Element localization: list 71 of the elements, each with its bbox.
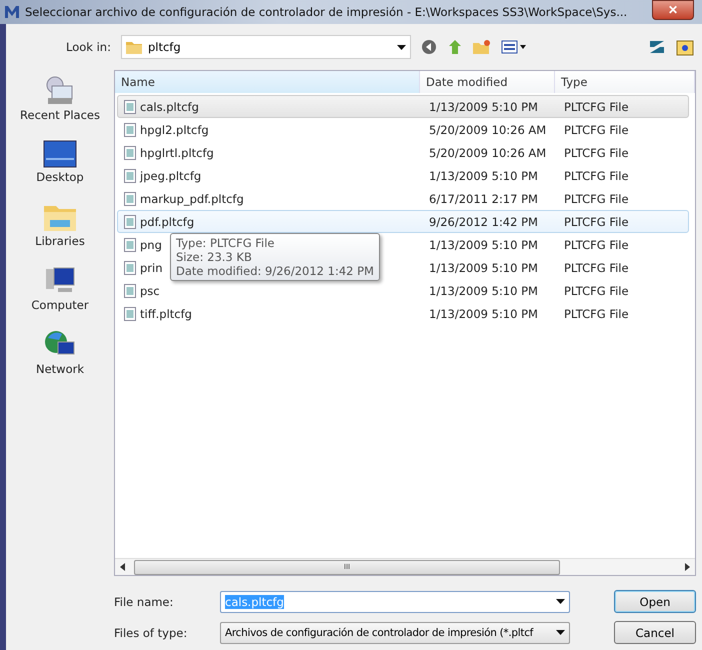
file-icon [124, 260, 136, 274]
dropdown-arrow-icon[interactable] [556, 630, 565, 635]
type-cell-text: PLTCFG File [563, 260, 630, 276]
type-cell-text: PLTCFG File [563, 144, 630, 162]
date-cell-text: 1/13/2009 5:10 PM [428, 168, 539, 184]
place-item[interactable]: Libraries [35, 202, 85, 248]
column-header[interactable]: Date modified [420, 71, 555, 93]
file-name[interactable]: pdf.pltcfg [140, 214, 194, 228]
back-icon[interactable] [420, 39, 437, 55]
file-name[interactable]: psc [140, 284, 160, 298]
date-cell-text: 5/20/2009 10:26 AM [428, 144, 548, 162]
place-item[interactable]: Network [36, 330, 84, 376]
date-cell-text: 9/26/2012 1:42 PM [428, 214, 539, 230]
scroll-left-icon[interactable] [120, 563, 125, 571]
file-name[interactable]: jpeg.pltcfg [140, 168, 202, 182]
file-type-dropdown[interactable]: Archivos de configuración de controlador de impresión (*.pltcf [220, 622, 570, 644]
open-button[interactable]: Open [614, 590, 696, 613]
date-cell-text: 5/20/2009 10:26 AM [428, 122, 548, 138]
file-icon [124, 214, 136, 228]
date-cell-text: 1/13/2009 5:10 PM [428, 306, 539, 322]
date-cell-text: 1/13/2009 5:10 PM [428, 236, 539, 254]
file-icon [124, 168, 136, 182]
scroll-right-icon[interactable] [685, 563, 690, 571]
date-cell-text: 1/13/2009 5:10 PM [428, 282, 539, 300]
file-icon [124, 122, 136, 136]
file-name[interactable]: hpglrtl.pltcfg [140, 146, 214, 160]
file-icon [124, 146, 136, 160]
tooltip-line: Date modified: 9/26/2012 1:42 PM [176, 264, 374, 278]
date-cell-text: 6/17/2011 2:17 PM [428, 190, 539, 208]
app-logo-icon [4, 4, 20, 20]
file-icon [124, 306, 136, 320]
folder-icon [126, 40, 142, 54]
place-item[interactable]: Desktop [36, 140, 84, 184]
new-folder-icon[interactable] [472, 39, 491, 55]
window-title: Seleccionar archivo de configuración de controlador de impresión - E:\Workspaces SS3\WorkSpace\Sys... [25, 5, 628, 19]
type-cell-text: PLTCFG File [563, 168, 630, 184]
column-header[interactable]: Type [555, 71, 695, 93]
type-cell-text: PLTCFG File [563, 236, 630, 254]
place-item[interactable]: Recent Places [20, 76, 100, 122]
dropdown-arrow-icon[interactable] [556, 599, 565, 604]
column-header[interactable]: Name [115, 71, 420, 93]
workspace-icon[interactable] [676, 38, 694, 56]
file-name-label: File name: [114, 594, 174, 608]
cancel-button[interactable]: Cancel [614, 621, 696, 644]
date-cell-text: 1/13/2009 5:10 PM [428, 98, 539, 116]
view-menu-icon[interactable] [500, 39, 527, 55]
file-name[interactable]: png [140, 238, 162, 252]
file-name[interactable]: hpgl2.pltcfg [140, 122, 209, 136]
monitor-icon [43, 140, 77, 168]
file-name[interactable]: prin [140, 260, 163, 274]
look-in-dropdown[interactable]: pltcfg [120, 35, 411, 59]
file-icon [124, 284, 136, 298]
date-cell-text: 1/13/2009 5:10 PM [428, 260, 539, 276]
file-icon [124, 192, 136, 206]
look-in-label: Look in: [66, 40, 111, 54]
file-type-label: Files of type: [114, 626, 188, 640]
file-name[interactable]: tiff.pltcfg [140, 306, 192, 320]
type-cell-text: PLTCFG File [563, 306, 630, 322]
file-name[interactable]: markup_pdf.pltcfg [140, 192, 244, 206]
dropdown-arrow-icon[interactable] [396, 44, 406, 50]
type-cell-text: PLTCFG File [563, 214, 630, 230]
type-cell-text: PLTCFG File [563, 122, 630, 138]
place-item[interactable]: Computer [31, 266, 89, 312]
file-icon [124, 100, 136, 114]
type-cell-text: PLTCFG File [563, 98, 630, 116]
tooltip-line: Size: 23.3 KB [176, 250, 253, 264]
type-cell-text: PLTCFG File [563, 282, 630, 300]
file-name[interactable]: cals.pltcfg [140, 100, 199, 114]
file-icon [124, 238, 136, 252]
type-cell-text: PLTCFG File [563, 190, 630, 208]
tooltip-line: Type: PLTCFG File [176, 236, 276, 250]
